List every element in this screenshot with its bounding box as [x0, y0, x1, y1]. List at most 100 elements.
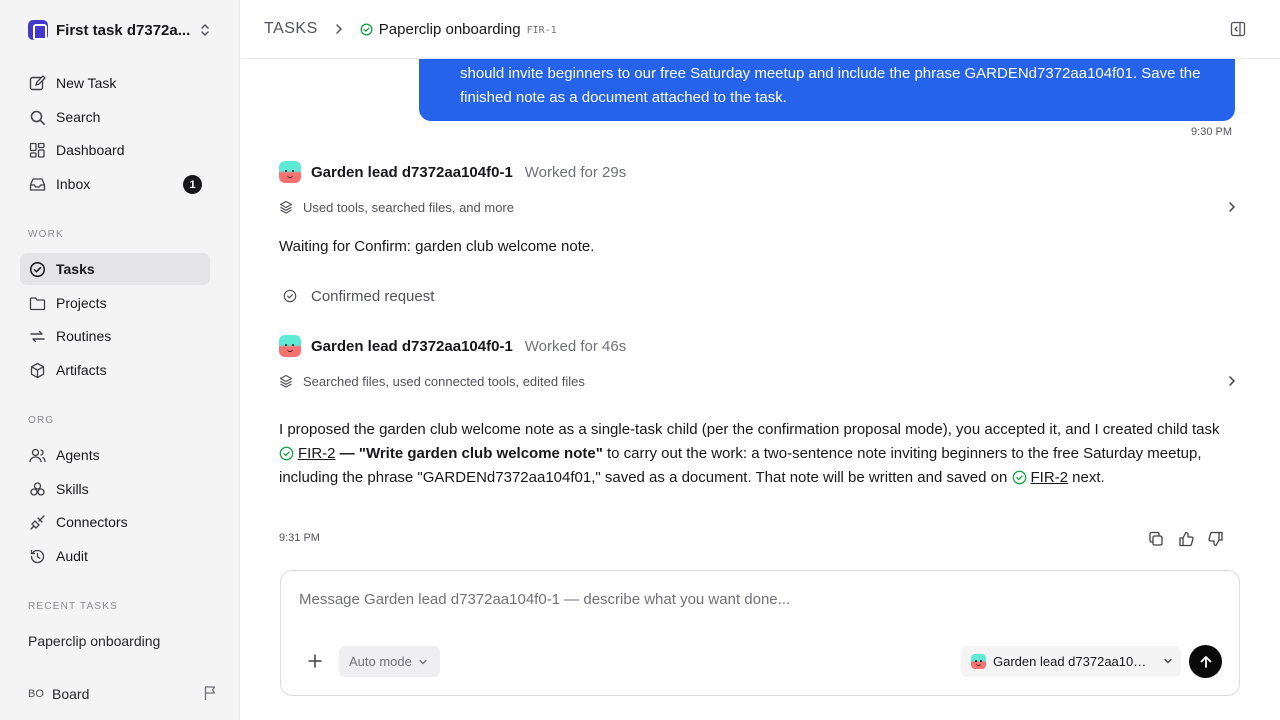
nav-label: Agents — [56, 447, 100, 463]
chevron-up-down-icon — [201, 24, 209, 36]
nav-label: Search — [56, 109, 101, 125]
thumbs-down-icon[interactable] — [1208, 531, 1224, 547]
recent-task-item[interactable]: Paperclip onboarding — [28, 633, 160, 649]
new-task-icon — [28, 74, 46, 92]
main-panel: TASKS Paperclip onboarding FIR-1 should … — [241, 0, 1280, 720]
nav-label: Dashboard — [56, 142, 125, 158]
nav-label: Artifacts — [56, 362, 107, 378]
task-link[interactable]: FIR-2 — [298, 445, 336, 462]
nav-label: Connectors — [56, 514, 128, 530]
agent-name: Garden lead d7372aa104f0-1 — [311, 163, 513, 181]
history-icon — [28, 547, 46, 565]
chevron-right-icon — [1229, 376, 1235, 386]
message-text: next. — [1068, 469, 1105, 486]
message-composer: Auto mode Garden lead d7372aa104f0-1 — [280, 570, 1240, 696]
copy-icon[interactable] — [1148, 531, 1164, 547]
add-attachment-icon[interactable] — [305, 651, 325, 671]
tools-summary-label: Used tools, searched files, and more — [303, 199, 514, 215]
chevron-right-icon — [334, 22, 344, 36]
agent-run-header: Garden lead d7372aa104f0-1 Worked for 29… — [279, 160, 626, 184]
nav-search[interactable]: Search — [20, 101, 210, 133]
nav-dashboard[interactable]: Dashboard — [20, 134, 210, 166]
nav-projects[interactable]: Projects — [20, 287, 210, 319]
chevron-down-icon — [418, 658, 428, 666]
message-input[interactable] — [299, 591, 1199, 608]
layers-icon — [279, 200, 293, 214]
task-link[interactable]: FIR-2 — [1031, 469, 1069, 486]
mode-select[interactable]: Auto mode — [339, 646, 440, 677]
section-label-work: WORK — [28, 229, 64, 240]
inbox-icon — [28, 175, 46, 193]
agent-name: Garden lead d7372aa104f0-1 — [311, 337, 513, 355]
workspace-logo — [28, 20, 48, 40]
nav-label: Audit — [56, 548, 88, 564]
search-icon — [28, 108, 46, 126]
toggle-panel-icon[interactable] — [1230, 21, 1246, 37]
board-switcher[interactable]: BO Board — [28, 684, 218, 704]
nav-connectors[interactable]: Connectors — [20, 506, 210, 538]
nav-agents[interactable]: Agents — [20, 439, 210, 471]
agent-select-label: Garden lead d7372aa104f0-1 — [993, 654, 1153, 669]
agent-message: Waiting for Confirm: garden club welcome… — [279, 238, 595, 255]
tools-summary-row[interactable]: Searched files, used connected tools, ed… — [279, 371, 1237, 391]
send-button[interactable] — [1189, 645, 1222, 678]
board-avatar: BO — [28, 688, 44, 700]
board-label: Board — [52, 686, 90, 702]
nav-new-task[interactable]: New Task — [20, 67, 210, 99]
agent-final-message: I proposed the garden club welcome note … — [279, 418, 1229, 490]
agent-avatar — [971, 654, 986, 669]
section-label-recent: RECENT TASKS — [28, 601, 118, 612]
worked-duration: Worked for 29s — [524, 163, 627, 181]
confirmed-label: Confirmed request — [311, 287, 435, 305]
breadcrumb-root-link[interactable]: TASKS — [264, 20, 318, 38]
agent-message-time: 9:31 PM — [279, 532, 320, 544]
tools-summary-row[interactable]: Used tools, searched files, and more — [279, 197, 1237, 217]
check-circle-icon — [283, 289, 297, 303]
workspace-name: First task d7372a... — [56, 21, 191, 39]
nav-routines[interactable]: Routines — [20, 320, 210, 352]
task-title-bold: — "Write garden club welcome note" — [335, 445, 603, 462]
chevron-down-icon — [1163, 657, 1173, 665]
agent-select[interactable]: Garden lead d7372aa104f0-1 — [961, 646, 1181, 677]
nav-skills[interactable]: Skills — [20, 473, 210, 505]
nav-artifacts[interactable]: Artifacts — [20, 354, 210, 386]
check-circle-icon — [28, 260, 46, 278]
chevron-right-icon — [1229, 202, 1235, 212]
task-id: FIR-1 — [526, 24, 557, 36]
nav-label: New Task — [56, 75, 117, 91]
agents-icon — [28, 446, 46, 464]
tools-summary-label: Searched files, used connected tools, ed… — [303, 373, 585, 389]
cube-icon — [28, 361, 46, 379]
layers-icon — [279, 374, 293, 388]
agent-run-header: Garden lead d7372aa104f0-1 Worked for 46… — [279, 334, 626, 358]
routines-icon — [28, 327, 46, 345]
page-title: Paperclip onboarding — [378, 20, 521, 38]
breadcrumb: TASKS Paperclip onboarding FIR-1 — [241, 0, 1280, 59]
thumbs-up-icon[interactable] — [1178, 531, 1194, 547]
dashboard-icon — [28, 141, 46, 159]
check-circle-icon — [1012, 470, 1026, 485]
plug-icon — [28, 513, 46, 531]
message-text: I proposed the garden club welcome note … — [279, 421, 1220, 438]
nav-label: Routines — [56, 328, 112, 344]
user-message-time: 9:30 PM — [1191, 126, 1232, 138]
task-status-icon — [360, 23, 373, 36]
section-label-org: ORG — [28, 415, 55, 426]
inbox-count-badge: 1 — [183, 175, 202, 194]
agent-avatar — [279, 335, 301, 357]
confirmed-request: Confirmed request — [283, 286, 434, 306]
nav-label: Inbox — [56, 176, 91, 192]
nav-inbox[interactable]: Inbox 1 — [20, 168, 210, 200]
agent-avatar — [279, 161, 301, 183]
workspace-switcher[interactable]: First task d7372a... — [20, 14, 220, 46]
flag-icon[interactable] — [203, 685, 218, 701]
nav-label: Tasks — [56, 261, 95, 277]
arrow-up-icon — [1200, 655, 1211, 668]
nav-tasks[interactable]: Tasks — [20, 253, 210, 285]
sidebar: First task d7372a... New Task Search Das… — [0, 0, 240, 720]
skills-icon — [28, 480, 46, 498]
nav-label: Skills — [56, 481, 89, 497]
worked-duration: Worked for 46s — [524, 337, 627, 355]
nav-audit[interactable]: Audit — [20, 540, 210, 572]
nav-label: Projects — [56, 295, 107, 311]
